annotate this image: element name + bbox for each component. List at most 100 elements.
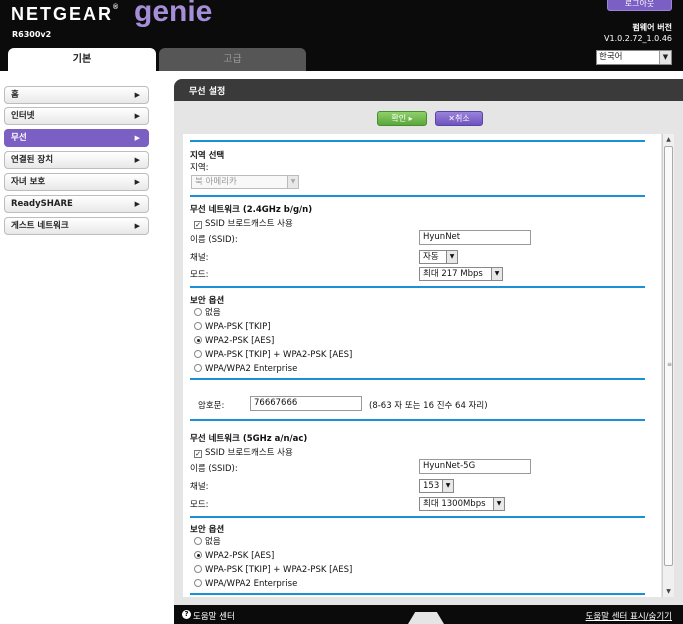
- option-label: 없음: [205, 537, 221, 547]
- wifi5-mode-label: 모드:: [190, 500, 209, 510]
- section-divider: [190, 378, 645, 380]
- security24-option-enterprise[interactable]: WPA/WPA2 Enterprise: [194, 364, 297, 375]
- firmware-label: 펌웨어 버전: [632, 23, 672, 32]
- sidebar-item-guest-network[interactable]: 게스트 네트워크 ▶: [4, 217, 149, 235]
- security24-section-title: 보안 옵션: [190, 296, 225, 306]
- security24-option-wpa2-aes[interactable]: WPA2-PSK [AES]: [194, 336, 274, 347]
- sidebar-item-label: 인터넷: [11, 111, 35, 121]
- option-label: WPA2-PSK [AES]: [205, 551, 275, 561]
- tab-basic[interactable]: 기본: [8, 48, 156, 71]
- page-title: 무선 설정: [189, 87, 226, 97]
- sidebar-item-attached-devices[interactable]: 연결된 장치 ▶: [4, 151, 149, 169]
- chevron-down-icon: ▼: [491, 268, 502, 280]
- sidebar-item-label: 연결된 장치: [11, 155, 54, 165]
- language-value: 한국어: [599, 52, 623, 62]
- radio-icon[interactable]: [194, 565, 202, 573]
- model-name: R6300v2: [12, 30, 52, 39]
- wifi24-channel-select[interactable]: 자동 ▼: [419, 250, 458, 264]
- chevron-down-icon: ▼: [493, 498, 504, 510]
- sidebar-item-label: 홈: [11, 90, 19, 100]
- option-label: WPA-PSK [TKIP]: [205, 322, 271, 332]
- sidebar-item-label: 무선: [11, 133, 27, 143]
- wifi24-ssid-input[interactable]: HyunNet: [419, 230, 531, 245]
- sidebar-item-label: 게스트 네트워크: [11, 221, 69, 231]
- apply-button[interactable]: 확인 ▸: [377, 111, 427, 126]
- wifi24-mode-value: 최대 217 Mbps: [423, 269, 483, 279]
- wifi5-ssid-broadcast[interactable]: ✓ SSID 브로드캐스트 사용: [194, 446, 293, 458]
- password-input[interactable]: 76667666: [250, 396, 362, 411]
- security24-option-wpa-tkip[interactable]: WPA-PSK [TKIP]: [194, 322, 271, 333]
- password-label: 암호문:: [198, 401, 225, 411]
- security5-option-none[interactable]: 없음: [194, 537, 221, 548]
- security24-option-mixed[interactable]: WPA-PSK [TKIP] + WPA2-PSK [AES]: [194, 350, 352, 361]
- chevron-down-icon: ▼: [446, 251, 457, 263]
- radio-selected-icon[interactable]: [194, 336, 202, 344]
- tab-advanced[interactable]: 고급: [159, 48, 306, 71]
- radio-icon[interactable]: [194, 579, 202, 587]
- region-label: 지역:: [190, 163, 209, 173]
- option-label: WPA2-PSK [AES]: [205, 336, 275, 346]
- chevron-down-icon: ▼: [659, 51, 671, 64]
- wifi5-mode-select[interactable]: 최대 1300Mbps ▼: [419, 497, 505, 511]
- section-divider: [190, 286, 645, 288]
- sidebar-item-readyshare[interactable]: ReadySHARE ▶: [4, 195, 149, 213]
- security5-option-wpa2-aes[interactable]: WPA2-PSK [AES]: [194, 551, 274, 562]
- wifi24-ssid-broadcast[interactable]: ✓ SSID 브로드캐스트 사용: [194, 217, 293, 229]
- logout-button[interactable]: 로그아웃: [607, 0, 672, 11]
- panel-header: [174, 79, 683, 101]
- section-divider: [190, 593, 645, 595]
- genie-logo: genie™: [134, 0, 219, 28]
- radio-icon[interactable]: [194, 537, 202, 545]
- chevron-right-icon: ▶: [134, 200, 140, 208]
- radio-icon[interactable]: [194, 322, 202, 330]
- help-center-link[interactable]: 도움말 센터: [193, 610, 235, 622]
- region-value: 북 아메리카: [195, 177, 237, 187]
- security5-option-enterprise[interactable]: WPA/WPA2 Enterprise: [194, 579, 297, 590]
- security24-option-none[interactable]: 없음: [194, 308, 221, 319]
- radio-icon[interactable]: [194, 364, 202, 372]
- sidebar-item-home[interactable]: 홈 ▶: [4, 86, 149, 104]
- radio-selected-icon[interactable]: [194, 551, 202, 559]
- sidebar-item-label: ReadySHARE: [11, 199, 73, 209]
- section-divider: [190, 419, 645, 421]
- option-label: WPA-PSK [TKIP] + WPA2-PSK [AES]: [205, 350, 353, 360]
- radio-icon[interactable]: [194, 350, 202, 358]
- grip-icon: ≡: [666, 361, 673, 368]
- radio-icon[interactable]: [194, 308, 202, 316]
- wifi24-ssid-broadcast-label: SSID 브로드캐스트 사용: [205, 219, 293, 229]
- help-icon[interactable]: ?: [182, 610, 191, 619]
- password-hint: (8-63 자 또는 16 진수 64 자리): [369, 401, 488, 411]
- section-divider: [190, 195, 645, 197]
- wifi5-mode-value: 최대 1300Mbps: [423, 499, 486, 509]
- option-label: WPA-PSK [TKIP] + WPA2-PSK [AES]: [205, 565, 353, 575]
- wifi5-ssid-input[interactable]: HyunNet-5G: [419, 459, 531, 474]
- security5-option-mixed[interactable]: WPA-PSK [TKIP] + WPA2-PSK [AES]: [194, 565, 352, 576]
- scroll-thumb[interactable]: ≡: [664, 146, 673, 566]
- section-divider: [190, 516, 645, 518]
- sidebar-item-parental-controls[interactable]: 자녀 보호 ▶: [4, 173, 149, 191]
- wifi5-ssid-label: 이름 (SSID):: [190, 464, 238, 474]
- cancel-button[interactable]: ✕취소: [435, 111, 483, 126]
- option-label: WPA/WPA2 Enterprise: [205, 364, 298, 374]
- sidebar-item-wireless[interactable]: 무선 ▶: [4, 129, 149, 147]
- language-select[interactable]: 한국어 ▼: [596, 50, 672, 65]
- wifi5-channel-select[interactable]: 153 ▼: [419, 479, 454, 493]
- checkbox-checked-icon[interactable]: ✓: [194, 221, 202, 229]
- firmware-version: V1.0.2.72_1.0.46: [604, 34, 672, 43]
- settings-form: 지역 선택 지역: 북 아메리카 ▼ 무선 네트워크 (2.4GHz b/g/n)…: [183, 134, 661, 597]
- chevron-right-icon: ▶: [134, 178, 140, 186]
- chevron-down-icon: ▼: [287, 176, 298, 188]
- checkbox-checked-icon[interactable]: ✓: [194, 450, 202, 458]
- security5-section-title: 보안 옵션: [190, 525, 225, 535]
- section-divider: [190, 140, 645, 142]
- wifi24-mode-select[interactable]: 최대 217 Mbps ▼: [419, 267, 503, 281]
- scroll-up-icon[interactable]: ▲: [663, 134, 674, 145]
- help-toggle-link[interactable]: 도움말 센터 표시/숨기기: [586, 610, 672, 622]
- form-scrollbar[interactable]: ▲ ≡ ▼: [662, 134, 674, 597]
- wifi5-ssid-broadcast-label: SSID 브로드캐스트 사용: [205, 448, 293, 458]
- wifi24-section-title: 무선 네트워크 (2.4GHz b/g/n): [190, 205, 313, 215]
- sidebar-item-internet[interactable]: 인터넷 ▶: [4, 107, 149, 125]
- wifi5-channel-value: 153: [423, 481, 440, 491]
- scroll-down-icon[interactable]: ▼: [663, 586, 674, 597]
- netgear-logo: NETGEAR®: [11, 4, 119, 24]
